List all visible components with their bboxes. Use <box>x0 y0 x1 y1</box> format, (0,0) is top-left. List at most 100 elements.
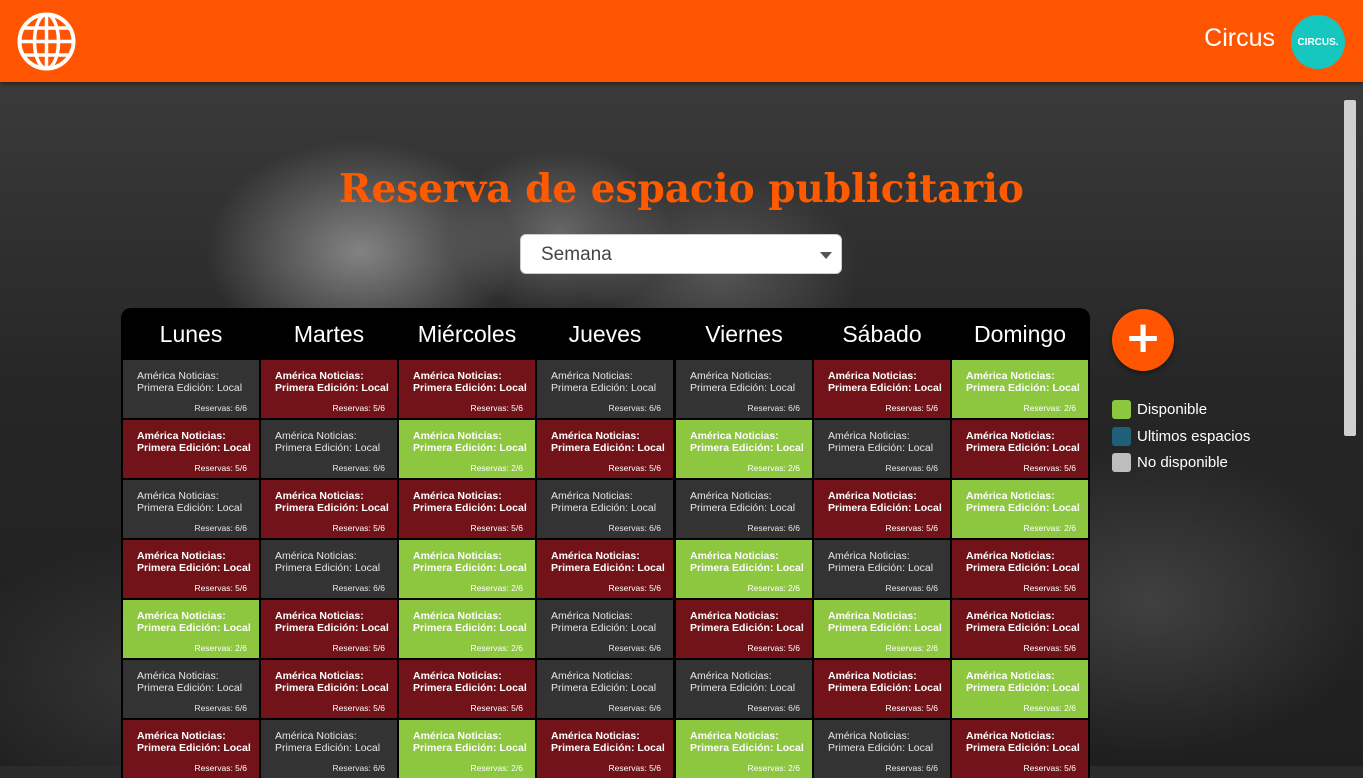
slot-line-1: América Noticias: <box>828 370 917 382</box>
slot-line-2: Primera Edición: Local <box>413 382 527 394</box>
slot-cell[interactable]: América Noticias: Primera Edición: Local R… <box>123 420 259 478</box>
legend-no-disponible: No disponible <box>1112 452 1228 472</box>
slot-cell[interactable]: América Noticias: Primera Edición: Local R… <box>814 360 950 418</box>
slot-cell[interactable]: América Noticias: Primera Edición: Local R… <box>537 420 673 478</box>
legend-disponible: Disponible <box>1112 399 1207 419</box>
slot-cell[interactable]: América Noticias: Primera Edición: Local R… <box>814 720 950 778</box>
slot-cell[interactable]: América Noticias: Primera Edición: Local R… <box>676 540 812 598</box>
user-name[interactable]: Circus <box>1204 24 1275 53</box>
slot-line-1: América Noticias: <box>966 550 1055 562</box>
slot-line-1: América Noticias: <box>690 730 779 742</box>
slot-reservations: Reservas: 6/6 <box>332 763 385 773</box>
slot-cell[interactable]: América Noticias: Primera Edición: Local R… <box>952 600 1088 658</box>
slot-reservations: Reservas: 2/6 <box>470 583 523 593</box>
slot-line-1: América Noticias: <box>413 610 502 622</box>
slot-program-name: América Noticias: Primera Edición: Local <box>828 610 950 634</box>
legend-ultimos-espacios: Ultimos espacios <box>1112 426 1250 446</box>
slot-line-2: Primera Edición: Local <box>137 502 243 514</box>
slot-line-2: Primera Edición: Local <box>137 562 251 574</box>
slot-line-2: Primera Edición: Local <box>551 502 657 514</box>
slot-line-2: Primera Edición: Local <box>828 682 942 694</box>
slot-cell[interactable]: América Noticias: Primera Edición: Local R… <box>123 540 259 598</box>
slot-program-name: América Noticias: Primera Edición: Local <box>137 730 259 754</box>
slot-cell[interactable]: América Noticias: Primera Edición: Local R… <box>537 600 673 658</box>
slot-cell[interactable]: América Noticias: Primera Edición: Local R… <box>123 720 259 778</box>
slot-cell[interactable]: América Noticias: Primera Edición: Local R… <box>399 720 535 778</box>
slot-cell[interactable]: América Noticias: Primera Edición: Local R… <box>261 420 397 478</box>
add-button[interactable]: + <box>1112 309 1174 371</box>
slot-cell[interactable]: América Noticias: Primera Edición: Local R… <box>952 480 1088 538</box>
slot-line-2: Primera Edición: Local <box>966 502 1080 514</box>
slot-cell[interactable]: América Noticias: Primera Edición: Local R… <box>123 360 259 418</box>
slot-program-name: América Noticias: Primera Edición: Local <box>966 670 1088 694</box>
day-header: Martes <box>293 320 365 347</box>
slot-program-name: América Noticias: Primera Edición: Local <box>966 430 1088 454</box>
slot-cell[interactable]: América Noticias: Primera Edición: Local R… <box>814 600 950 658</box>
globe-logo-icon[interactable] <box>16 11 77 72</box>
slot-cell[interactable]: América Noticias: Primera Edición: Local R… <box>261 600 397 658</box>
slot-cell[interactable]: América Noticias: Primera Edición: Local R… <box>399 600 535 658</box>
slot-cell[interactable]: América Noticias: Primera Edición: Local R… <box>399 660 535 718</box>
slot-line-1: América Noticias: <box>690 610 779 622</box>
slot-program-name: América Noticias: Primera Edición: Local <box>413 730 535 754</box>
slot-cell[interactable]: América Noticias: Primera Edición: Local R… <box>952 360 1088 418</box>
slot-cell[interactable]: América Noticias: Primera Edición: Local R… <box>814 480 950 538</box>
slot-cell[interactable]: América Noticias: Primera Edición: Local R… <box>676 360 812 418</box>
slot-cell[interactable]: América Noticias: Primera Edición: Local R… <box>261 720 397 778</box>
slot-cell[interactable]: América Noticias: Primera Edición: Local R… <box>952 420 1088 478</box>
slot-cell[interactable]: América Noticias: Primera Edición: Local R… <box>123 600 259 658</box>
slot-cell[interactable]: América Noticias: Primera Edición: Local R… <box>676 600 812 658</box>
slot-line-1: América Noticias: <box>551 730 640 742</box>
slot-line-1: América Noticias: <box>828 490 917 502</box>
slot-cell[interactable]: América Noticias: Primera Edición: Local R… <box>537 660 673 718</box>
chevron-down-icon <box>820 252 832 259</box>
slot-cell[interactable]: América Noticias: Primera Edición: Local R… <box>952 720 1088 778</box>
slot-line-2: Primera Edición: Local <box>551 622 657 634</box>
slot-reservations: Reservas: 6/6 <box>608 643 661 653</box>
slot-cell[interactable]: América Noticias: Primera Edición: Local R… <box>537 360 673 418</box>
slot-cell[interactable]: América Noticias: Primera Edición: Local R… <box>952 540 1088 598</box>
slot-line-2: Primera Edición: Local <box>137 682 243 694</box>
slot-cell[interactable]: América Noticias: Primera Edición: Local R… <box>123 480 259 538</box>
slot-cell[interactable]: América Noticias: Primera Edición: Local R… <box>537 720 673 778</box>
slot-cell[interactable]: América Noticias: Primera Edición: Local R… <box>261 480 397 538</box>
slot-cell[interactable]: América Noticias: Primera Edición: Local R… <box>537 480 673 538</box>
slot-cell[interactable]: América Noticias: Primera Edición: Local R… <box>537 540 673 598</box>
slot-line-2: Primera Edición: Local <box>966 442 1080 454</box>
slot-cell[interactable]: América Noticias: Primera Edición: Local R… <box>261 540 397 598</box>
slot-cell[interactable]: América Noticias: Primera Edición: Local R… <box>261 360 397 418</box>
slot-reservations: Reservas: 5/6 <box>747 643 800 653</box>
slot-line-1: América Noticias: <box>966 370 1055 382</box>
avatar[interactable]: CIRCUS. <box>1291 15 1345 69</box>
view-select[interactable]: Semana <box>520 234 842 274</box>
slot-line-1: América Noticias: <box>413 550 502 562</box>
slot-cell[interactable]: América Noticias: Primera Edición: Local R… <box>261 660 397 718</box>
slot-line-2: Primera Edición: Local <box>690 442 804 454</box>
slot-line-1: América Noticias: <box>275 670 364 682</box>
slot-cell[interactable]: América Noticias: Primera Edición: Local R… <box>814 660 950 718</box>
slot-cell[interactable]: América Noticias: Primera Edición: Local R… <box>676 660 812 718</box>
slot-cell[interactable]: América Noticias: Primera Edición: Local R… <box>399 360 535 418</box>
slot-cell[interactable]: América Noticias: Primera Edición: Local R… <box>399 420 535 478</box>
slot-program-name: América Noticias: Primera Edición: Local <box>690 490 812 514</box>
slot-reservations: Reservas: 2/6 <box>747 583 800 593</box>
slot-cell[interactable]: América Noticias: Primera Edición: Local R… <box>399 480 535 538</box>
slot-reservations: Reservas: 2/6 <box>885 643 938 653</box>
week-calendar: Lunes Martes Miércoles Jueves Viernes Sábado D… <box>121 308 1090 778</box>
slot-cell[interactable]: América Noticias: Primera Edición: Local R… <box>676 420 812 478</box>
scrollbar[interactable] <box>1344 100 1356 436</box>
slot-program-name: América Noticias: Primera Edición: Local <box>275 370 397 394</box>
slot-cell[interactable]: América Noticias: Primera Edición: Local R… <box>676 480 812 538</box>
slot-cell[interactable]: América Noticias: Primera Edición: Local R… <box>952 660 1088 718</box>
slot-line-1: América Noticias: <box>137 670 219 682</box>
slot-cell[interactable]: América Noticias: Primera Edición: Local R… <box>399 540 535 598</box>
slot-reservations: Reservas: 5/6 <box>470 403 523 413</box>
slot-cell[interactable]: América Noticias: Primera Edición: Local R… <box>814 540 950 598</box>
slot-reservations: Reservas: 5/6 <box>194 463 247 473</box>
slot-cell[interactable]: América Noticias: Primera Edición: Local R… <box>123 660 259 718</box>
slot-cell[interactable]: América Noticias: Primera Edición: Local R… <box>676 720 812 778</box>
slot-line-2: Primera Edición: Local <box>690 682 796 694</box>
slot-line-1: América Noticias: <box>137 610 226 622</box>
slot-line-1: América Noticias: <box>275 490 364 502</box>
slot-cell[interactable]: América Noticias: Primera Edición: Local R… <box>814 420 950 478</box>
